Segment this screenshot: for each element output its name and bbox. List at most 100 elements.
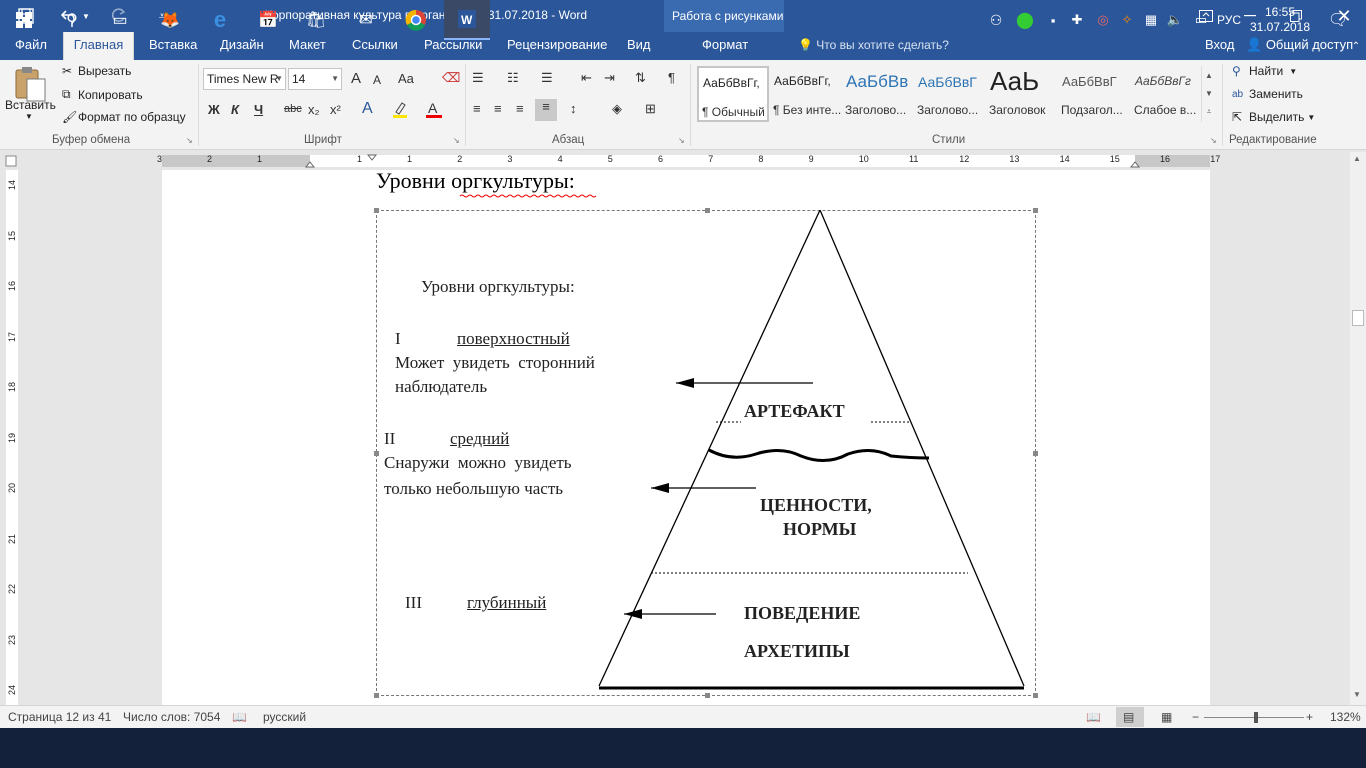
resize-handle[interactable]	[705, 693, 710, 698]
change-case-button[interactable]: Aa	[398, 71, 414, 86]
people-icon[interactable]: ⚇	[976, 4, 1016, 36]
search-icon[interactable]: ⚲	[52, 4, 92, 36]
sort-icon[interactable]: ⇅	[635, 70, 646, 86]
underline-button[interactable]: Ч	[254, 102, 263, 117]
resize-handle[interactable]	[374, 451, 379, 456]
grow-font-button[interactable]: A	[351, 70, 361, 87]
find-button[interactable]: ⚲ Найти ▼	[1232, 64, 1297, 78]
mail-icon[interactable]: ✉	[346, 4, 386, 36]
font-size-combo[interactable]: 14 ▼	[288, 68, 342, 90]
resize-handle[interactable]	[1033, 693, 1038, 698]
volume-icon[interactable]: 🔈	[1162, 4, 1188, 36]
style-heading2[interactable]: АаБбВвГ Заголово...	[914, 66, 986, 122]
bold-button[interactable]: Ж	[208, 102, 220, 117]
horizontal-ruler[interactable]: 3 2 1 1 1 2 3 4 5 6 7 8 9 10 11 12 13 14 15 16 17	[0, 152, 1366, 170]
line-spacing-icon[interactable]: ↕	[570, 101, 577, 116]
increase-indent-icon[interactable]: ⇥	[604, 70, 615, 86]
vertical-ruler[interactable]: 14 15 16 17 18 19 20 21 22 23 24	[0, 170, 22, 705]
network-icon[interactable]: ▦	[1138, 4, 1164, 36]
style-heading1[interactable]: АаБбВв Заголово...	[842, 66, 914, 122]
text-effects-icon[interactable]: A	[362, 100, 373, 118]
clear-format-icon[interactable]: ⌫	[442, 70, 460, 86]
chrome-icon[interactable]	[396, 4, 436, 36]
strikethrough-button[interactable]: abc	[284, 103, 302, 115]
clipboard-launcher-icon[interactable]: ↘	[186, 136, 193, 145]
document-page[interactable]: Уровни оргкультуры: Уровни оргкультуры: …	[162, 170, 1210, 705]
tab-home[interactable]: Главная	[63, 32, 134, 60]
tell-me-box[interactable]: 💡 Что вы хотите сделать?	[798, 32, 949, 60]
sign-in-link[interactable]: Вход	[1205, 32, 1234, 60]
tray-icon[interactable]: ▪	[1040, 4, 1066, 36]
justify-icon[interactable]: ≡	[535, 99, 557, 121]
task-view-icon[interactable]: ▭	[100, 4, 140, 36]
numbering-icon[interactable]: ☷	[507, 70, 519, 86]
align-center-icon[interactable]: ≡	[494, 101, 502, 116]
bullets-icon[interactable]: ☰	[472, 70, 484, 86]
styles-launcher-icon[interactable]: ↘	[1210, 136, 1217, 145]
font-launcher-icon[interactable]: ↘	[453, 136, 460, 145]
copy-button[interactable]: ⧉ Копировать	[62, 87, 143, 102]
resize-handle[interactable]	[374, 208, 379, 213]
language[interactable]: русский	[263, 710, 306, 724]
style-subtitle[interactable]: АаБбВвГ Подзагол...	[1058, 66, 1130, 122]
collapse-ribbon-icon[interactable]: ⌃	[1346, 32, 1366, 60]
page-count[interactable]: Страница 12 из 41	[8, 710, 111, 724]
shading-icon[interactable]: ◈	[612, 101, 622, 117]
app-fox-icon[interactable]: 🦊	[150, 4, 190, 36]
show-marks-icon[interactable]: ¶	[668, 70, 675, 85]
scroll-up-icon[interactable]: ▲	[1353, 154, 1361, 163]
style-normal[interactable]: АаБбВвГг, ¶ Обычный	[697, 66, 769, 122]
input-language[interactable]: РУС	[1212, 4, 1246, 36]
share-button[interactable]: 👤 Общий доступ	[1246, 32, 1353, 60]
tab-layout[interactable]: Макет	[289, 32, 326, 60]
zoom-out-icon[interactable]: −	[1192, 710, 1199, 724]
pyramid-figure[interactable]: Уровни оргкультуры: I поверхностный Може…	[374, 208, 1038, 698]
notifications-icon[interactable]: 🗨	[1318, 4, 1358, 36]
proofing-icon[interactable]: 📖	[232, 710, 247, 724]
web-layout-icon[interactable]: ▦	[1161, 710, 1172, 724]
scroll-thumb[interactable]	[1352, 310, 1364, 326]
multilevel-list-icon[interactable]: ☰	[541, 70, 553, 86]
font-name-combo[interactable]: Times New R ▼	[203, 68, 286, 90]
resize-handle[interactable]	[374, 693, 379, 698]
borders-icon[interactable]: ⊞	[645, 101, 656, 117]
edge-icon[interactable]: e	[200, 4, 240, 36]
style-title[interactable]: АаЬ Заголовок	[986, 66, 1058, 122]
tray-icon[interactable]: ◎	[1090, 4, 1116, 36]
clock[interactable]: 16:55 31.07.2018	[1250, 4, 1310, 36]
format-painter-button[interactable]: 🖌 Формат по образцу	[62, 110, 186, 124]
zoom-level[interactable]: 132%	[1330, 710, 1361, 724]
tab-file[interactable]: Файл	[15, 32, 47, 60]
tray-icon[interactable]: ✧	[1114, 4, 1140, 36]
tray-icon[interactable]: ✚	[1064, 4, 1090, 36]
zoom-slider-thumb[interactable]	[1254, 712, 1258, 723]
select-button[interactable]: ⇱ Выделить ▼	[1232, 110, 1315, 124]
subscript-button[interactable]: x₂	[308, 102, 320, 117]
tab-format[interactable]: Формат	[702, 32, 748, 60]
styles-scroll[interactable]: ▲ ▼ ⩡	[1201, 66, 1216, 122]
font-color-icon[interactable]: A	[426, 100, 442, 121]
paste-button[interactable]: Вставить	[5, 98, 56, 112]
style-subtle-emphasis[interactable]: АаБбВвГг Слабое в...	[1131, 66, 1203, 122]
read-mode-icon[interactable]: 📖	[1086, 710, 1101, 724]
windows-start-icon[interactable]	[4, 4, 44, 36]
align-right-icon[interactable]: ≡	[516, 101, 524, 116]
align-left-icon[interactable]: ≡	[473, 101, 481, 116]
vertical-scrollbar[interactable]: ▲ ▼	[1350, 152, 1366, 705]
paragraph-launcher-icon[interactable]: ↘	[678, 136, 685, 145]
cut-button[interactable]: ✂ Вырезать	[62, 64, 131, 78]
tab-references[interactable]: Ссылки	[352, 32, 398, 60]
resize-handle[interactable]	[1033, 451, 1038, 456]
paste-dropdown-icon[interactable]: ▼	[25, 112, 33, 121]
italic-button[interactable]: К	[231, 102, 239, 117]
word-taskbar-icon[interactable]: W	[444, 0, 490, 40]
decrease-indent-icon[interactable]: ⇤	[581, 70, 592, 86]
shrink-font-button[interactable]: A	[373, 73, 381, 87]
scroll-down-icon[interactable]: ▼	[1353, 690, 1361, 699]
resize-handle[interactable]	[1033, 208, 1038, 213]
style-no-spacing[interactable]: АаБбВвГг, ¶ Без инте...	[770, 66, 842, 122]
resize-handle[interactable]	[705, 208, 710, 213]
word-count[interactable]: Число слов: 7054	[123, 710, 220, 724]
zoom-in-icon[interactable]: +	[1306, 710, 1313, 724]
tab-review[interactable]: Рецензирование	[507, 32, 607, 60]
